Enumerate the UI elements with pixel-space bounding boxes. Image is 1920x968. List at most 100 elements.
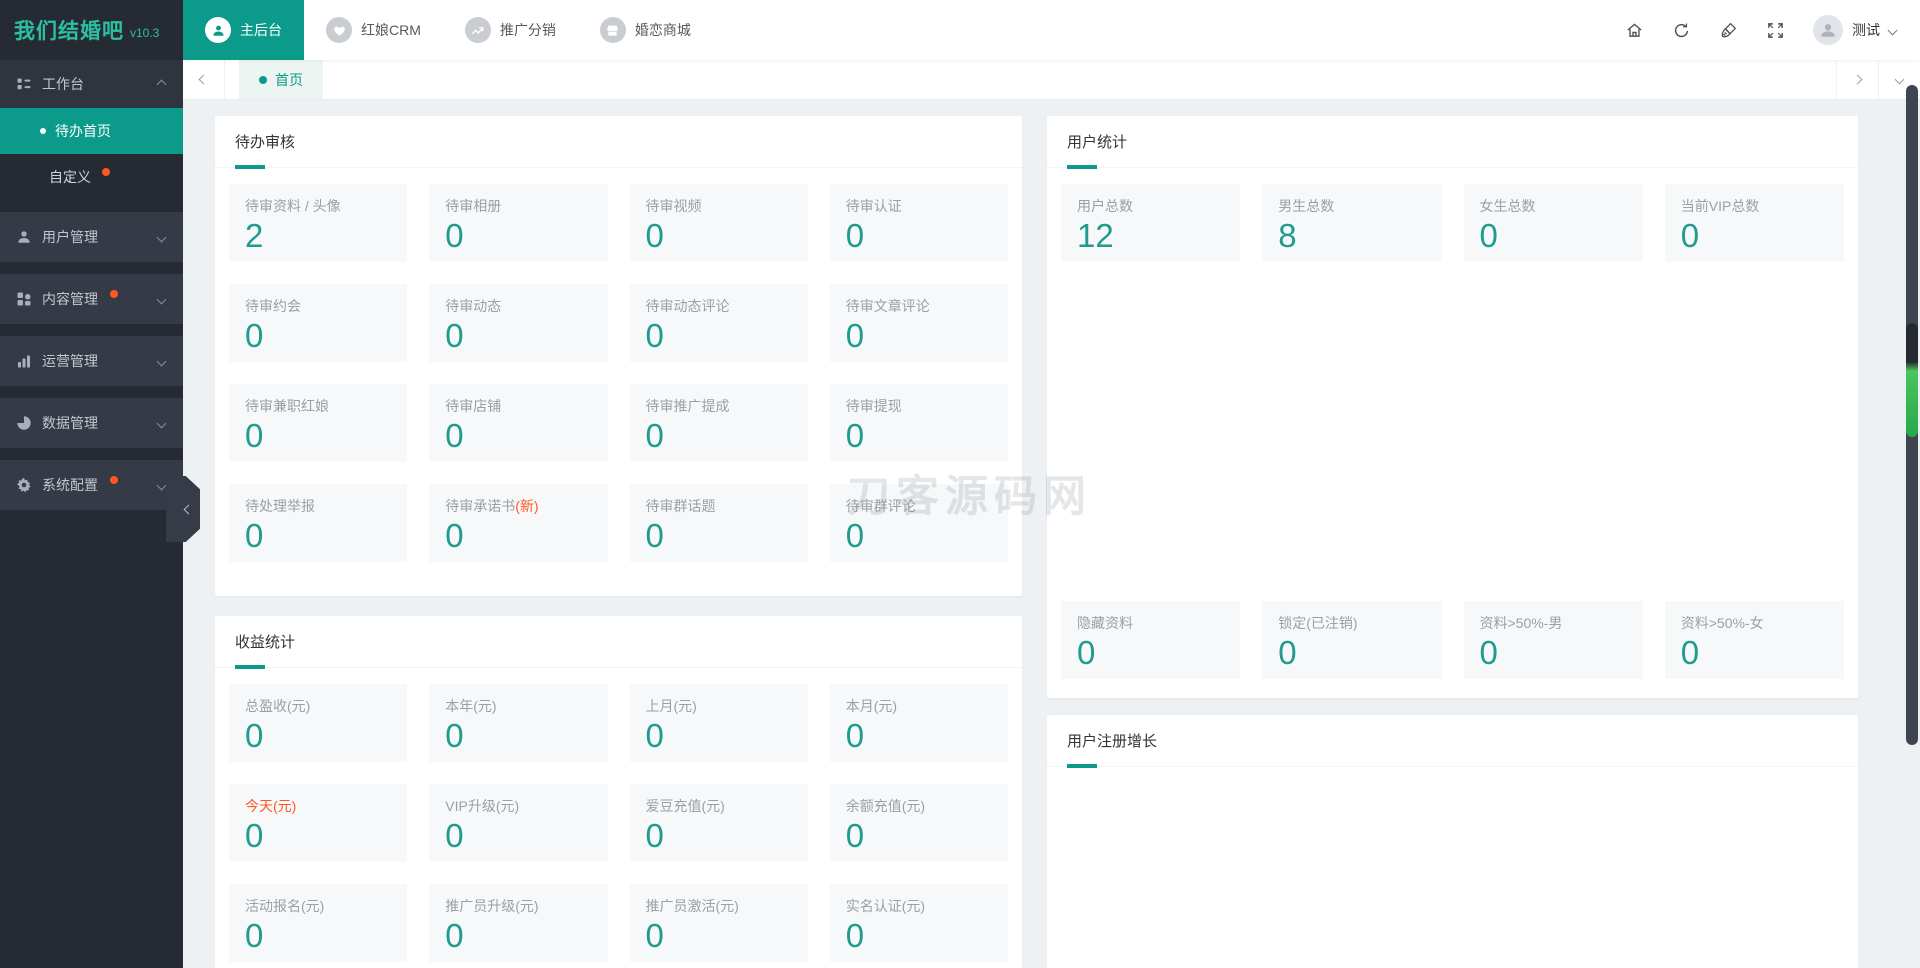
stat-box[interactable]: 待审约会 0: [229, 284, 408, 362]
nav-tab-matchmaker-crm[interactable]: 红娘CRM: [304, 0, 443, 60]
chevron-down-icon: [156, 294, 167, 304]
stat-box[interactable]: 资料>50%-女 0: [1664, 601, 1844, 679]
title-underline: [1067, 764, 1097, 768]
users-icon: [16, 229, 32, 245]
stat-box[interactable]: 实名认证(元) 0: [829, 884, 1008, 962]
stat-box[interactable]: VIP升级(元) 0: [429, 784, 608, 862]
stat-box[interactable]: 今天(元) 0: [229, 784, 408, 862]
stat-box[interactable]: 待审群话题 0: [629, 484, 808, 562]
stat-box[interactable]: 资料>50%-男 0: [1463, 601, 1643, 679]
card-header: 用户注册增长: [1047, 715, 1858, 768]
sidebar-collapse-handle[interactable]: [166, 476, 200, 542]
tabbar-spacer: [323, 60, 1836, 99]
tab-active-dot: [259, 75, 267, 84]
stat-box[interactable]: 待审店铺 0: [429, 384, 608, 462]
chevron-up-icon: [156, 79, 167, 89]
sidebar-item-system-config[interactable]: 系统配置: [0, 460, 183, 510]
chevron-left-icon: [183, 504, 194, 514]
nav-tab-label: 婚恋商城: [634, 22, 691, 38]
sidebar-item-custom[interactable]: 自定义: [0, 154, 183, 200]
stat-box[interactable]: 爱豆充值(元) 0: [629, 784, 808, 862]
card-pending-review: 待办审核 待审资料 / 头像 2 待审相册 0 待审视频 0 待审认证 0 待审…: [215, 116, 1022, 596]
stat-box[interactable]: 待审群评论 0: [829, 484, 1008, 562]
sidebar-item-data-management[interactable]: 数据管理: [0, 398, 183, 448]
page-tabbar: 首页: [183, 60, 1920, 100]
card-registration-growth: 用户注册增长: [1047, 715, 1858, 968]
stat-box[interactable]: 待审文章评论 0: [829, 284, 1008, 362]
pie-chart-icon: [16, 415, 32, 431]
home-icon[interactable]: [1625, 21, 1644, 40]
app-version: v10.3: [130, 26, 160, 40]
stat-box[interactable]: 用户总数 12: [1061, 184, 1241, 262]
content-icon: [16, 291, 32, 307]
stat-box[interactable]: 本月(元) 0: [829, 684, 1008, 762]
stat-box[interactable]: 待审动态 0: [429, 284, 608, 362]
stat-box[interactable]: 待审动态评论 0: [629, 284, 808, 362]
stat-box[interactable]: 活动报名(元) 0: [229, 884, 408, 962]
sidebar-item-todo-home[interactable]: 待办首页: [0, 108, 183, 154]
sidebar-item-content-management[interactable]: 内容管理: [0, 274, 183, 324]
stat-box[interactable]: 待审提现 0: [829, 384, 1008, 462]
person-icon: [205, 17, 231, 43]
stat-box[interactable]: 本年(元) 0: [429, 684, 608, 762]
stat-box[interactable]: 总盈收(元) 0: [229, 684, 408, 762]
tabs-scroll-left-button[interactable]: [183, 60, 225, 99]
tab-label: 首页: [275, 71, 303, 88]
stat-box[interactable]: 待处理举报 0: [229, 484, 408, 562]
stat-box[interactable]: 隐藏资料 0: [1061, 601, 1241, 679]
workbench-icon: [16, 76, 32, 92]
sidebar-item-workbench[interactable]: 工作台: [0, 60, 183, 108]
nav-tab-promotion[interactable]: 推广分销: [443, 0, 578, 60]
chevron-down-icon: [1894, 74, 1905, 85]
stat-box[interactable]: 待审推广提成 0: [629, 384, 808, 462]
top-header: 主后台 红娘CRM 推广分销 婚恋商城 测试: [183, 0, 1920, 60]
stat-box[interactable]: 待审承诺书(新) 0: [429, 484, 608, 562]
notification-dot: [102, 168, 110, 176]
notification-dot: [110, 476, 118, 484]
scrollbar-thumb[interactable]: [1906, 323, 1918, 437]
nav-tab-label: 推广分销: [499, 22, 556, 38]
stat-box[interactable]: 待审视频 0: [629, 184, 808, 262]
nav-tab-label: 红娘CRM: [361, 22, 421, 38]
stat-box[interactable]: 推广员激活(元) 0: [629, 884, 808, 962]
sidebar-item-label: 运营管理: [42, 353, 98, 369]
stat-box[interactable]: 待审相册 0: [429, 184, 608, 262]
clean-icon[interactable]: [1719, 21, 1738, 40]
stat-box[interactable]: 待审资料 / 头像 2: [229, 184, 408, 262]
tabs-scroll-right-button[interactable]: [1836, 60, 1878, 99]
header-actions: 测试: [1625, 0, 1920, 60]
card-title: 收益统计: [235, 634, 296, 651]
card-header: 收益统计: [215, 616, 1022, 669]
nav-tab-main-backend[interactable]: 主后台: [183, 0, 304, 60]
sidebar-item-label: 工作台: [42, 76, 84, 92]
card-user-stats: 用户统计 用户总数 12 男生总数 8 女生总数 0 当前VIP总数 0 隐藏资…: [1047, 116, 1858, 698]
stat-box[interactable]: 待审兼职红娘 0: [229, 384, 408, 462]
sidebar-item-user-management[interactable]: 用户管理: [0, 212, 183, 262]
stat-box[interactable]: 待审认证 0: [829, 184, 1008, 262]
chevron-down-icon: [156, 480, 167, 490]
tab-home[interactable]: 首页: [239, 60, 323, 99]
stat-box[interactable]: 当前VIP总数 0: [1664, 184, 1844, 262]
card-header: 待办审核: [215, 116, 1022, 169]
fullscreen-icon[interactable]: [1766, 21, 1785, 40]
sidebar-item-label: 系统配置: [42, 477, 98, 493]
refresh-icon[interactable]: [1672, 21, 1691, 40]
card-header: 用户统计: [1047, 116, 1858, 169]
stat-box[interactable]: 男生总数 8: [1262, 184, 1442, 262]
card-title: 用户注册增长: [1067, 733, 1158, 750]
stat-box[interactable]: 推广员升级(元) 0: [429, 884, 608, 962]
chevron-left-icon: [198, 74, 209, 85]
gear-icon: [16, 477, 32, 493]
user-stats-body: 用户总数 12 男生总数 8 女生总数 0 当前VIP总数 0 隐藏资料 0 锁…: [1047, 168, 1858, 697]
stat-box[interactable]: 女生总数 0: [1463, 184, 1643, 262]
nav-tab-marriage-mall[interactable]: 婚恋商城: [578, 0, 713, 60]
main-content: 待办审核 待审资料 / 头像 2 待审相册 0 待审视频 0 待审认证 0 待审…: [183, 100, 1920, 968]
stat-box[interactable]: 上月(元) 0: [629, 684, 808, 762]
nav-tab-label: 主后台: [240, 22, 282, 38]
user-menu[interactable]: 测试: [1813, 15, 1898, 45]
stat-box[interactable]: 余额充值(元) 0: [829, 784, 1008, 862]
user-stats-grid-bottom: 隐藏资料 0 锁定(已注销) 0 资料>50%-男 0 资料>50%-女 0: [1047, 585, 1858, 697]
sidebar-item-operations-management[interactable]: 运营管理: [0, 336, 183, 386]
title-underline: [235, 165, 265, 169]
stat-box[interactable]: 锁定(已注销) 0: [1262, 601, 1442, 679]
